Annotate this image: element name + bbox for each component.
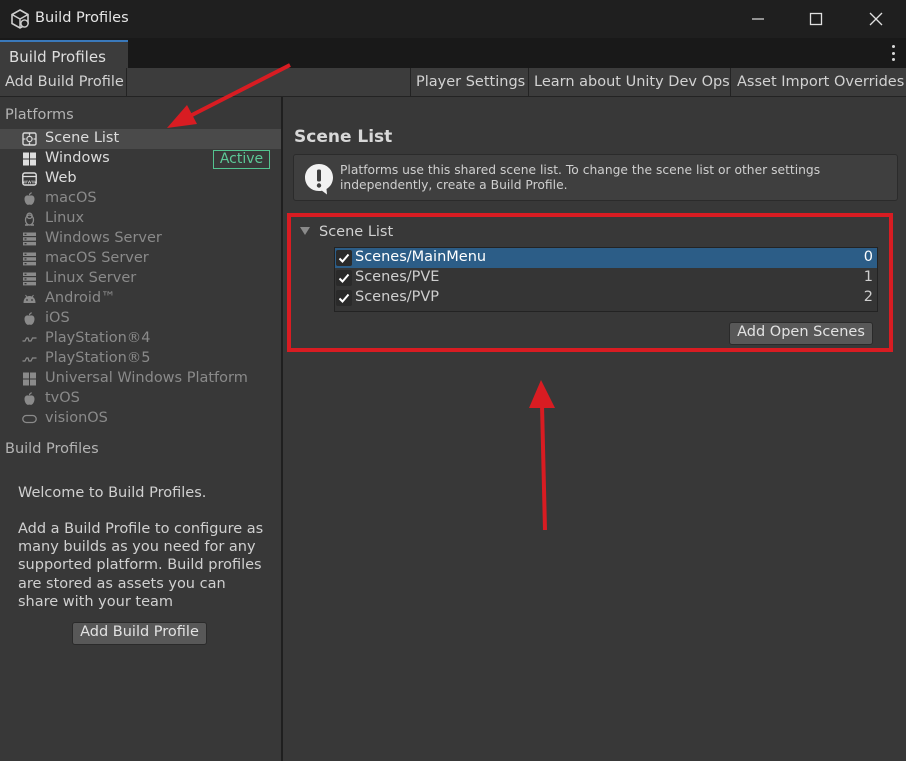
sidebar-item-windows[interactable]: Windows Active bbox=[0, 149, 281, 169]
player-settings-button[interactable]: Player Settings bbox=[410, 68, 525, 96]
sidebar-item-linux[interactable]: Linux bbox=[0, 209, 281, 229]
active-badge: Active bbox=[213, 150, 270, 169]
welcome-title: Welcome to Build Profiles. bbox=[18, 485, 207, 501]
apple-icon bbox=[24, 312, 35, 325]
android-icon bbox=[23, 294, 36, 303]
kebab-menu-icon[interactable] bbox=[890, 45, 896, 61]
sidebar-item-label: Linux Server bbox=[45, 270, 137, 286]
info-speech-bubble-icon bbox=[305, 164, 333, 195]
server-icon bbox=[23, 232, 36, 246]
sidebar-item-tvos[interactable]: tvOS bbox=[0, 389, 281, 409]
server-icon bbox=[23, 272, 36, 286]
unity-cube-icon bbox=[11, 9, 29, 29]
toolbar: Add Build Profile Player Settings Learn … bbox=[0, 68, 906, 97]
scene-list-icon bbox=[22, 132, 37, 146]
sidebar-item-label: PlayStation®4 bbox=[45, 330, 151, 346]
sidebar-item-scene-list[interactable]: Scene List bbox=[0, 129, 281, 149]
sidebar-item-visionos[interactable]: visionOS bbox=[0, 409, 281, 429]
sidebar-item-label: tvOS bbox=[45, 390, 80, 406]
sidebar-item-label: visionOS bbox=[45, 410, 108, 426]
apple-icon bbox=[24, 192, 35, 205]
sidebar-item-web[interactable]: www Web bbox=[0, 169, 281, 189]
sidebar-item-windows-server[interactable]: Windows Server bbox=[0, 229, 281, 249]
add-build-profile-button[interactable]: Add Build Profile bbox=[72, 622, 207, 645]
maximize-button[interactable] bbox=[787, 0, 845, 38]
toolbar-spacer bbox=[126, 68, 410, 96]
sidebar-item-label: PlayStation®5 bbox=[45, 350, 151, 366]
playstation-icon bbox=[22, 357, 37, 362]
sidebar-item-label: macOS Server bbox=[45, 250, 149, 266]
sidebar-item-label: iOS bbox=[45, 310, 70, 326]
sidebar-item-label: Android™ bbox=[45, 290, 116, 306]
sidebar-item-uwp[interactable]: Universal Windows Platform bbox=[0, 369, 281, 389]
sidebar-item-label: Linux bbox=[45, 210, 85, 226]
windows-icon bbox=[23, 372, 36, 386]
tab-strip: Build Profiles bbox=[0, 38, 906, 68]
close-icon bbox=[869, 12, 883, 26]
minimize-icon bbox=[752, 18, 764, 20]
sidebar-item-android[interactable]: Android™ bbox=[0, 289, 281, 309]
sidebar-item-label: Windows bbox=[45, 150, 110, 166]
sidebar-item-label: macOS bbox=[45, 190, 97, 206]
build-profiles-heading: Build Profiles bbox=[5, 441, 99, 457]
title-bar: Build Profiles bbox=[0, 0, 906, 38]
minimize-button[interactable] bbox=[729, 0, 787, 38]
close-button[interactable] bbox=[847, 0, 905, 38]
sidebar-item-linux-server[interactable]: Linux Server bbox=[0, 269, 281, 289]
linux-icon bbox=[24, 212, 35, 226]
sidebar-item-label: Universal Windows Platform bbox=[45, 370, 248, 386]
sidebar-item-label: Scene List bbox=[45, 130, 120, 146]
learn-dev-ops-button[interactable]: Learn about Unity Dev Ops bbox=[528, 68, 730, 96]
info-text: Platforms use this shared scene list. To… bbox=[340, 163, 821, 192]
sidebar-item-macos-server[interactable]: macOS Server bbox=[0, 249, 281, 269]
sidebar-item-label: Windows Server bbox=[45, 230, 162, 246]
highlight-box bbox=[287, 213, 893, 352]
tab-build-profiles[interactable]: Build Profiles bbox=[0, 40, 128, 68]
info-help-box: Platforms use this shared scene list. To… bbox=[293, 154, 898, 201]
add-build-profile-toolbar-button[interactable]: Add Build Profile bbox=[5, 68, 124, 96]
playstation-icon bbox=[22, 337, 37, 342]
sidebar-item-label: Web bbox=[45, 170, 77, 186]
sidebar-item-playstation5[interactable]: PlayStation®5 bbox=[0, 349, 281, 369]
page-title: Scene List bbox=[294, 127, 393, 147]
sidebar-item-ios[interactable]: iOS bbox=[0, 309, 281, 329]
svg-text:www: www bbox=[23, 180, 37, 186]
window-title: Build Profiles bbox=[35, 10, 129, 26]
visionos-icon bbox=[22, 414, 37, 424]
sidebar: Platforms Scene List Windows Active www … bbox=[0, 97, 281, 761]
asset-import-overrides-button[interactable]: Asset Import Overrides bbox=[730, 68, 904, 96]
sidebar-item-playstation4[interactable]: PlayStation®4 bbox=[0, 329, 281, 349]
main-panel: Scene List Platforms use this shared sce… bbox=[283, 97, 906, 761]
platforms-heading: Platforms bbox=[5, 107, 74, 123]
welcome-body: Add a Build Profile to configure as many… bbox=[18, 521, 264, 610]
sidebar-item-macos[interactable]: macOS bbox=[0, 189, 281, 209]
server-icon bbox=[23, 252, 36, 266]
apple-icon bbox=[24, 392, 35, 405]
web-icon: www bbox=[22, 172, 37, 186]
maximize-icon bbox=[809, 12, 823, 26]
windows-icon bbox=[23, 152, 36, 166]
